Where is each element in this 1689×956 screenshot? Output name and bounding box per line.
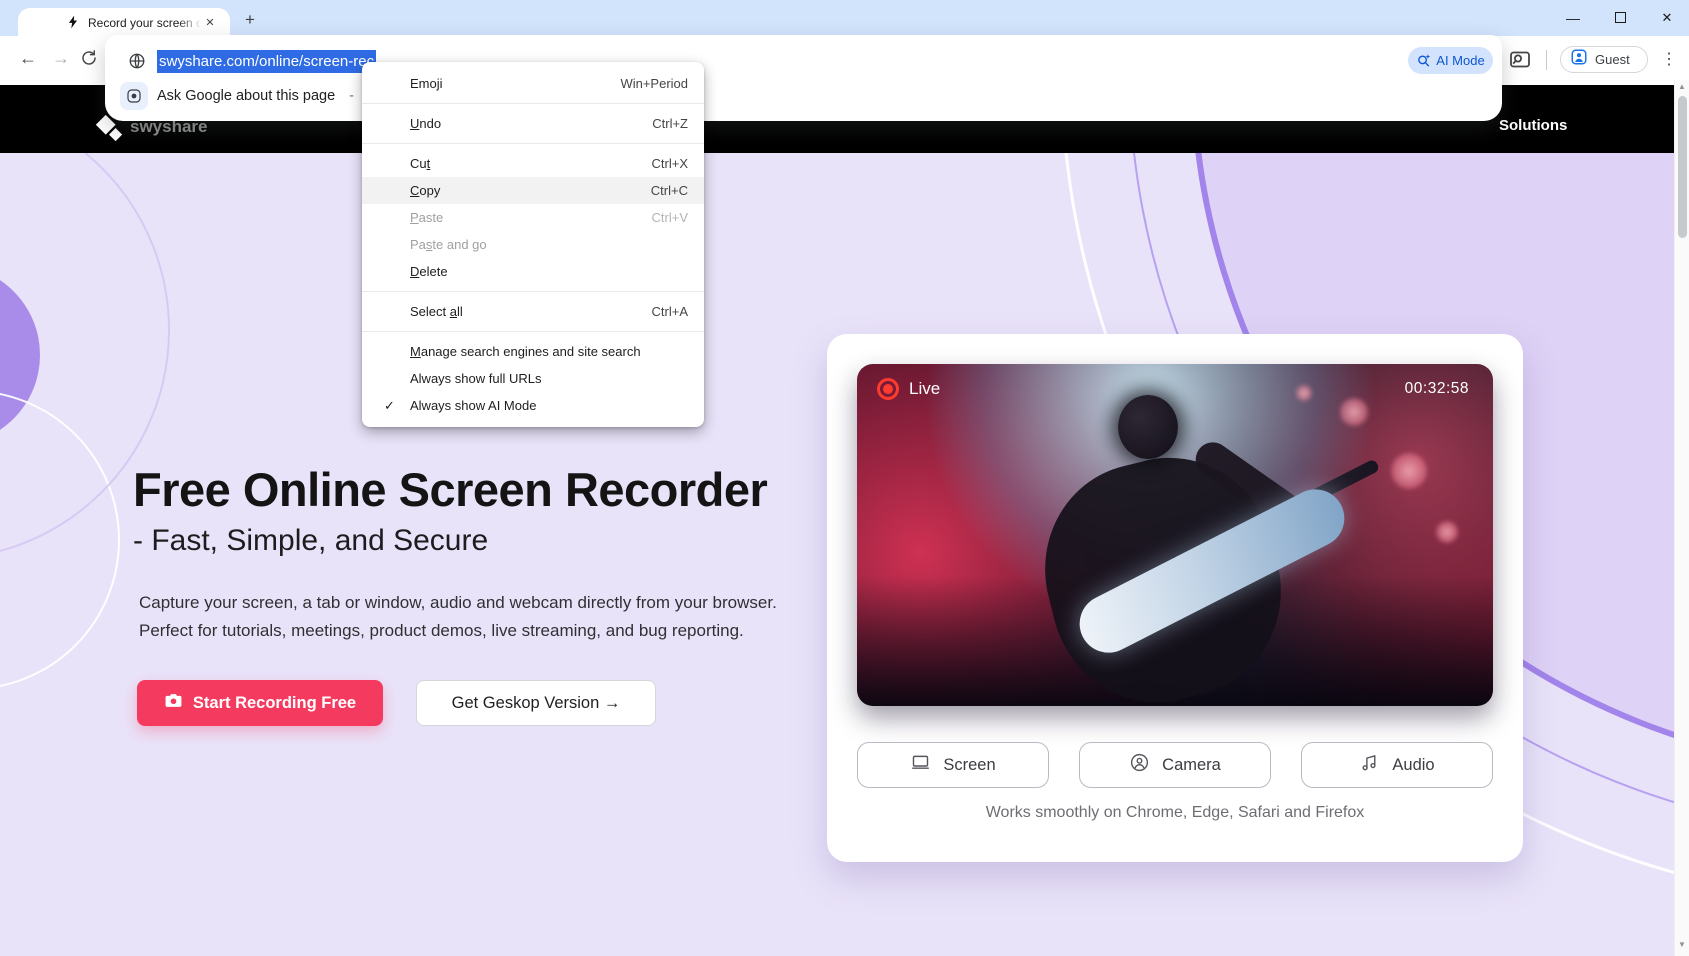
start-recording-button[interactable]: Start Recording Free [137,680,383,726]
menu-item-paste-and-go[interactable]: Paste and go [362,231,704,258]
webcam-person-icon [1129,752,1150,778]
get-desktop-version-button[interactable]: Get Geskop Version → [416,680,656,726]
forward-button[interactable]: → [47,44,75,72]
reload-button[interactable] [80,49,98,67]
back-button[interactable]: ← [14,44,42,72]
menu-divider [362,291,704,292]
omnibox-dropdown: swyshare.com/online/screen-rec Ask Googl… [105,35,1502,121]
menu-item-always-show-full-urls[interactable]: Always show full URLs [362,365,704,392]
browser-tab[interactable]: Record your screen online with ✕ [18,8,230,36]
hero-description: Capture your screen, a tab or window, au… [139,589,777,645]
site-favicon-icon [66,15,80,29]
scrollbar-thumb[interactable] [1678,96,1687,238]
menu-divider [362,103,704,104]
bokeh-light [1436,521,1458,543]
omnibox-url-row[interactable]: swyshare.com/online/screen-rec [105,45,1395,77]
scrollbar-up-icon[interactable]: ▲ [1675,82,1689,91]
menu-item-paste[interactable]: PasteCtrl+V [362,204,704,231]
source-screen-button[interactable]: Screen [857,742,1049,788]
live-badge: Live [877,378,940,400]
video-preview[interactable]: Live 00:32:58 [857,364,1493,706]
music-note-icon [1359,752,1380,778]
tab-close-icon[interactable]: ✕ [202,15,218,31]
browser-support-caption: Works smoothly on Chrome, Edge, Safari a… [827,804,1523,822]
menu-divider [362,331,704,332]
browser-window: Record your screen online with ✕ + — ✕ ←… [0,0,1689,956]
live-label: Live [909,379,940,399]
guest-label: Guest [1595,52,1630,67]
menu-item-delete[interactable]: Delete [362,258,704,285]
menu-item-manage-search-engines[interactable]: Manage search engines and site search [362,338,704,365]
ai-mode-label: AI Mode [1436,53,1484,68]
hero-section: Free Online Screen Recorder - Fast, Simp… [0,153,1689,956]
profile-button[interactable]: Guest [1560,46,1648,73]
ai-mode-icon [1416,53,1431,68]
toolbar-divider [1546,50,1547,70]
context-menu: EmojiWin+Period UndoCtrl+Z CutCtrl+X Cop… [362,62,704,427]
ai-mode-button[interactable]: AI Mode [1408,47,1493,74]
url-input-selected-text[interactable]: swyshare.com/online/screen-rec [157,50,376,73]
menu-item-select-all[interactable]: Select allCtrl+A [362,298,704,325]
menu-item-undo[interactable]: UndoCtrl+Z [362,110,704,137]
guitarist-head [1118,395,1178,459]
hero-description-line1: Capture your screen, a tab or window, au… [139,589,777,617]
browser-menu-button[interactable]: ⋮ [1659,47,1679,73]
source-screen-label: Screen [943,756,995,775]
recorder-card: Live 00:32:58 Screen Camera Au [827,334,1523,862]
menu-divider [362,143,704,144]
globe-icon [128,52,146,70]
ask-google-dash: - [349,88,354,104]
guest-avatar-icon [1570,48,1588,71]
menu-item-cut[interactable]: CutCtrl+X [362,150,704,177]
google-lens-icon [120,82,148,110]
check-icon: ✓ [384,398,395,414]
hero-description-line2: Perfect for tutorials, meetings, product… [139,617,777,645]
source-camera-button[interactable]: Camera [1079,742,1271,788]
window-close-button[interactable]: ✕ [1650,3,1684,33]
menu-item-always-show-ai-mode[interactable]: ✓Always show AI Mode [362,392,704,419]
ask-google-label: Ask Google about this page [157,88,335,104]
source-audio-button[interactable]: Audio [1301,742,1493,788]
nav-item-solutions[interactable]: Solutions [1499,117,1567,134]
bokeh-light [1391,453,1427,489]
screen-icon [910,752,931,778]
page-title: Free Online Screen Recorder [133,462,767,517]
scrollbar[interactable]: ▲ ▼ [1674,80,1689,956]
page-subtitle: - Fast, Simple, and Secure [133,524,488,558]
start-recording-label: Start Recording Free [193,694,356,713]
get-desktop-version-label: Get Geskop Version → [452,694,621,713]
menu-item-copy[interactable]: CopyCtrl+C [362,177,704,204]
tab-title-fade [178,12,202,32]
recording-timer: 00:32:58 [1405,380,1469,398]
scrollbar-down-icon[interactable]: ▼ [1675,940,1689,949]
search-tabs-icon[interactable] [1508,48,1532,72]
source-audio-label: Audio [1392,756,1434,775]
camera-icon [164,691,183,715]
bokeh-light [1296,385,1312,401]
record-icon [877,378,899,400]
bokeh-light [1340,398,1368,426]
new-tab-button[interactable]: + [240,10,260,30]
maximize-icon [1615,12,1626,23]
source-camera-label: Camera [1162,756,1221,775]
ask-google-row[interactable]: Ask Google about this page - [105,79,1395,113]
window-minimize-button[interactable]: — [1556,3,1590,33]
window-maximize-button[interactable] [1603,3,1637,33]
menu-item-emoji[interactable]: EmojiWin+Period [362,70,704,97]
